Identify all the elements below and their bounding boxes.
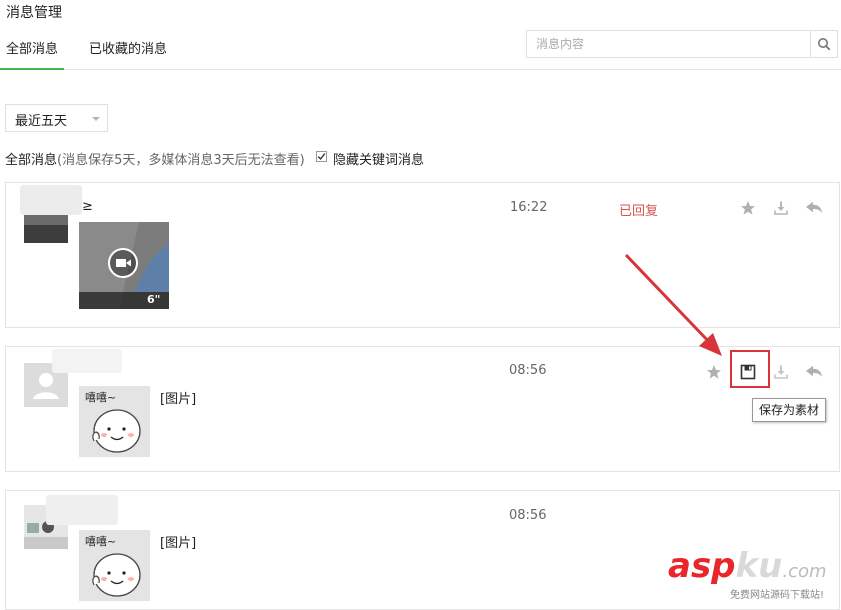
sticker-image[interactable]: 嘻嘻~ [79,530,150,601]
highlight-box [730,350,770,388]
hide-keyword-label[interactable]: 隐藏关键词消息 [333,149,424,168]
watermark-logo: aspku.com 免费网站源码下载站! [668,546,827,601]
message-time: 08:56 [509,363,547,378]
reply-icon [806,365,822,377]
reply-icon [806,201,822,213]
info-label: 全部消息 [5,153,58,168]
sticker-text: 嘻嘻~ [85,535,117,548]
search-button[interactable] [810,31,837,57]
tab-starred-messages[interactable]: 已收藏的消息 [83,40,173,68]
name-mask [20,185,82,215]
download-icon [774,365,788,379]
hide-keyword-checkbox[interactable] [316,151,327,162]
sticker-text: 嘻嘻~ [85,391,117,404]
star-icon [707,365,721,379]
video-play-icon [108,248,138,278]
time-range-select[interactable]: 最近五天 [5,104,108,132]
sender-name: ≥ [82,199,93,214]
image-label: [图片] [160,392,197,407]
tooltip: 保存为素材 [752,398,826,422]
watermark-brand-b: ku [735,546,783,586]
message-card: 嘻嘻~ [图片] 08:56 [5,346,840,472]
reply-status: 已回复 [619,204,659,219]
search-icon [818,38,831,51]
check-icon [317,153,326,161]
image-label: [图片] [160,536,197,551]
reply-button[interactable] [803,361,825,383]
page-title: 消息管理 [6,5,62,21]
message-time: 16:22 [510,200,548,215]
watermark-brand-c: .com [782,561,827,582]
video-thumbnail[interactable]: 6" [79,222,169,309]
download-button[interactable] [770,361,792,383]
tab-all-messages[interactable]: 全部消息 [0,40,65,70]
caret-down-icon [92,117,100,121]
name-mask [46,495,118,525]
watermark-slogan: 免费网站源码下载站! [730,590,825,601]
reply-button[interactable] [803,197,825,219]
message-time: 08:56 [509,508,547,523]
message-info: 全部消息(消息保存5天，多媒体消息3天后无法查看) [5,149,305,168]
search-box [526,30,838,58]
star-icon [741,201,755,215]
video-duration: 6" [147,293,161,306]
time-range-value: 最近五天 [15,114,68,129]
sticker-image[interactable]: 嘻嘻~ [79,386,150,457]
star-button[interactable] [737,197,759,219]
watermark-brand-a: asp [668,546,736,586]
download-button[interactable] [770,197,792,219]
search-input[interactable] [527,31,820,57]
info-note: (消息保存5天，多媒体消息3天后无法查看) [57,153,305,168]
name-mask [52,349,122,373]
star-button[interactable] [703,361,725,383]
message-card: ≥ 6" 16:22 已回复 [5,182,840,328]
download-icon [774,201,788,215]
